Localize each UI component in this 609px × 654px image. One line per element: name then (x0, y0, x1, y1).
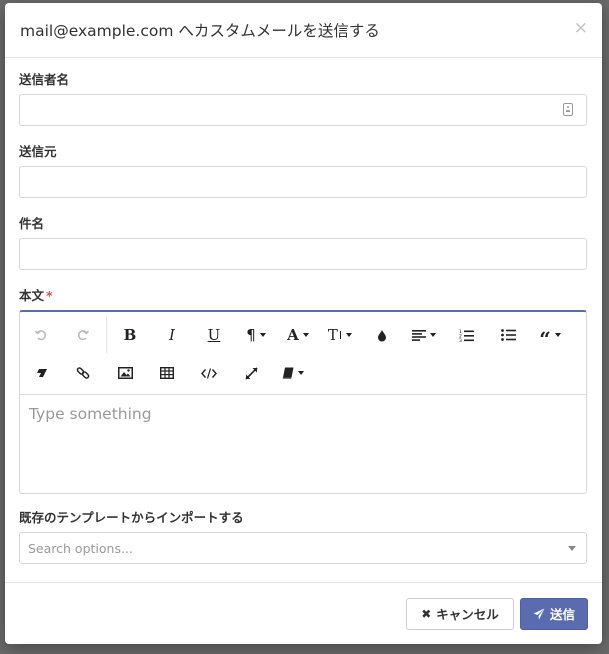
chevron-down-icon (302, 333, 309, 337)
close-icon[interactable]: × (574, 20, 588, 37)
sender-name-wrap (19, 94, 587, 126)
rich-text-editor: B I U ¶ A TI 123 “ Type something (19, 310, 587, 494)
modal-title: mail@example.com へカスタムメールを送信する (20, 22, 380, 40)
text-size-icon[interactable]: TI (319, 316, 361, 354)
undo-icon[interactable] (20, 316, 62, 354)
fill-color-icon[interactable] (361, 316, 403, 354)
bold-icon[interactable]: B (109, 316, 151, 354)
paper-plane-icon (533, 608, 545, 620)
sender-from-input[interactable] (19, 166, 587, 198)
toolbar-row-1: B I U ¶ A TI 123 “ (20, 316, 586, 354)
chevron-down-icon (430, 333, 436, 337)
link-icon[interactable] (62, 354, 104, 392)
editor-toolbar: B I U ¶ A TI 123 “ (20, 312, 586, 395)
send-custom-email-modal: mail@example.com へカスタムメールを送信する × 送信者名 送信… (5, 3, 602, 644)
body-label-text: 本文 (19, 288, 45, 303)
image-icon[interactable] (104, 354, 146, 392)
template-book-icon[interactable] (272, 354, 314, 392)
redo-icon[interactable] (62, 316, 104, 354)
send-button-label: 送信 (550, 607, 576, 622)
cancel-button[interactable]: ✖ キャンセル (406, 597, 514, 630)
modal-header: mail@example.com へカスタムメールを送信する × (5, 3, 602, 58)
sender-name-label: 送信者名 (19, 72, 70, 87)
required-mark: * (46, 288, 53, 303)
chevron-down-icon (298, 371, 304, 375)
close-icon: ✖ (421, 606, 432, 621)
template-label: 既存のテンプレートからインポートする (19, 510, 244, 525)
italic-icon[interactable]: I (151, 316, 193, 354)
font-color-icon[interactable]: A (277, 316, 319, 354)
body-placeholder: Type something (29, 405, 152, 423)
body-editor-area[interactable]: Type something (20, 395, 586, 493)
modal-body: 送信者名 送信元 件名 本文 * B I U ¶ A T I 1 2 3 “ T… (5, 58, 602, 564)
modal-footer: ✖ キャンセル 送信 (5, 582, 602, 644)
chevron-down-icon (568, 546, 576, 551)
subject-label: 件名 (19, 216, 45, 231)
template-select-placeholder: Search options... (28, 540, 133, 556)
ordered-list-icon[interactable]: 123 (445, 316, 487, 354)
subject-input[interactable] (19, 238, 587, 270)
blockquote-icon[interactable]: “ (529, 316, 571, 354)
table-icon[interactable] (146, 354, 188, 392)
underline-icon[interactable]: U (193, 316, 235, 354)
template-select[interactable]: Search options... (19, 532, 587, 564)
chevron-down-icon (259, 333, 266, 337)
paragraph-icon[interactable]: ¶ (235, 316, 277, 354)
cancel-button-label: キャンセル (436, 607, 499, 622)
chevron-down-icon (346, 333, 353, 337)
body-label: 本文 * (19, 288, 588, 304)
contact-card-icon[interactable] (563, 103, 573, 116)
align-icon[interactable] (403, 316, 445, 354)
fullscreen-icon[interactable] (230, 354, 272, 392)
send-button[interactable]: 送信 (520, 597, 588, 630)
sender-name-input[interactable] (19, 94, 587, 126)
svg-text:3: 3 (459, 338, 462, 342)
code-view-icon[interactable] (188, 354, 230, 392)
sender-from-label: 送信元 (19, 144, 57, 159)
toolbar-divider (106, 317, 107, 353)
chevron-down-icon (554, 333, 561, 337)
unordered-list-icon[interactable] (487, 316, 529, 354)
eraser-icon[interactable] (20, 354, 62, 392)
toolbar-row-2 (20, 354, 586, 392)
